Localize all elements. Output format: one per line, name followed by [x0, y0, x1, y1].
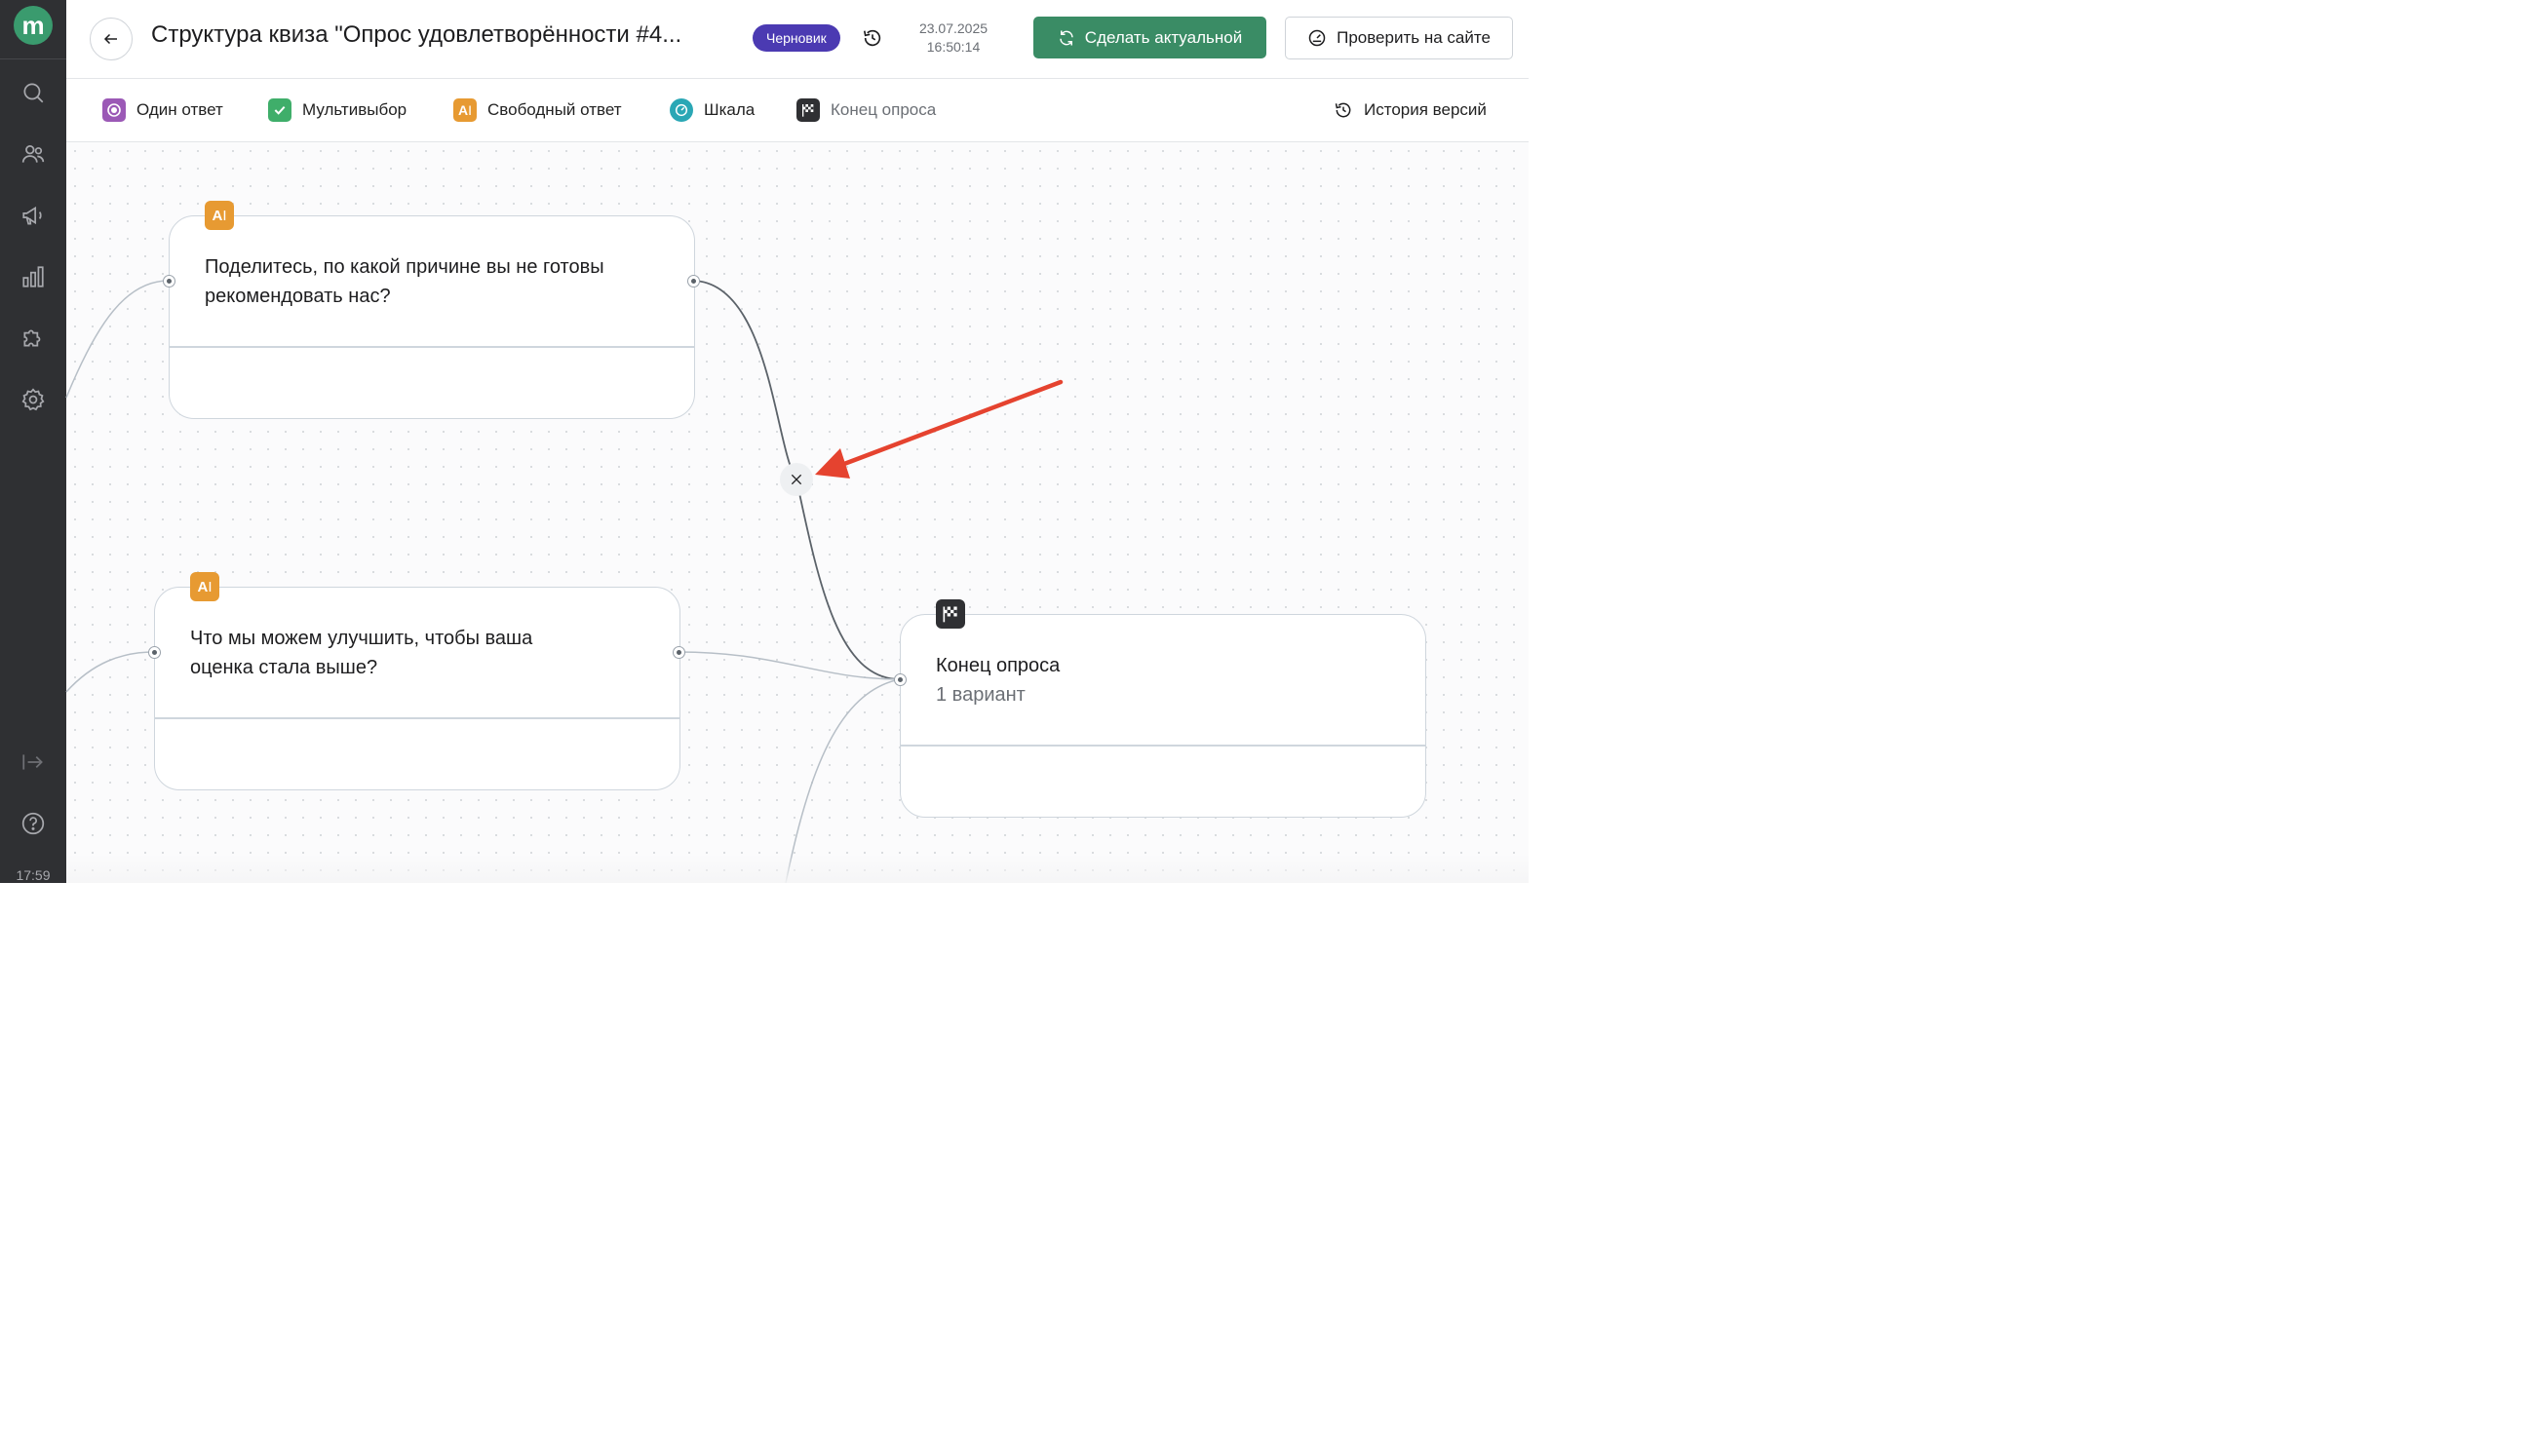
restore-history-icon[interactable]	[862, 27, 883, 49]
puzzle-icon[interactable]	[19, 324, 48, 353]
single-choice-icon	[102, 98, 126, 122]
tool-single-choice[interactable]: Один ответ	[102, 98, 223, 122]
end-node-variants: 1 вариант	[936, 684, 1026, 706]
question-text: Что мы можем улучшить, чтобы ваша оценка…	[190, 624, 532, 682]
question-node-2[interactable]: Что мы можем улучшить, чтобы ваша оценка…	[154, 587, 680, 790]
history-icon	[1335, 102, 1351, 118]
clock-time: 17:59	[16, 867, 51, 883]
check-on-site-button[interactable]: Проверить на сайте	[1285, 17, 1513, 59]
version-history-button[interactable]: История версий	[1334, 98, 1487, 122]
version-history-label: История версий	[1364, 100, 1487, 119]
back-button[interactable]	[90, 18, 133, 60]
close-icon	[791, 474, 802, 485]
question-text: Поделитесь, по какой причине вы не готов…	[205, 252, 604, 311]
free-text-icon: AI	[453, 98, 477, 122]
collapse-icon[interactable]	[19, 747, 48, 777]
end-node-text: Конец опроса 1 вариант	[936, 651, 1060, 709]
multi-choice-icon	[268, 98, 291, 122]
free-text-type-icon: AI	[190, 572, 219, 601]
node-divider	[901, 745, 1425, 747]
status-badge: Черновик	[753, 24, 840, 52]
sidebar-divider	[0, 58, 66, 59]
finish-flag-type-icon	[936, 599, 965, 629]
tool-scale[interactable]: Шкала	[670, 98, 755, 122]
input-port[interactable]	[163, 275, 175, 287]
question-line-2: рекомендовать нас?	[205, 286, 391, 307]
output-port[interactable]	[687, 275, 700, 287]
analytics-icon[interactable]	[19, 262, 48, 291]
tool-scale-label: Шкала	[704, 100, 756, 119]
tool-multi-choice[interactable]: Мультивыбор	[268, 98, 407, 122]
finish-flag-icon	[796, 98, 820, 122]
input-port[interactable]	[894, 673, 907, 686]
megaphone-icon[interactable]	[19, 201, 48, 230]
question-line-1: Поделитесь, по какой причине вы не готов…	[205, 256, 604, 278]
delete-connection-button[interactable]	[780, 463, 813, 496]
header: Структура квиза "Опрос удовлетворённости…	[66, 0, 1529, 79]
free-text-type-icon: AI	[205, 201, 234, 230]
make-current-button[interactable]: Сделать актуальной	[1033, 17, 1266, 58]
output-port[interactable]	[673, 646, 685, 659]
users-icon[interactable]	[19, 139, 48, 169]
last-saved: 23.07.2025 16:50:14	[907, 19, 1000, 57]
question-line-1: Что мы можем улучшить, чтобы ваша	[190, 628, 533, 649]
node-divider	[155, 717, 679, 719]
speedometer-icon	[1308, 29, 1326, 47]
sidebar: m 17:59	[0, 0, 66, 883]
check-on-site-label: Проверить на сайте	[1337, 28, 1491, 47]
search-icon[interactable]	[19, 78, 48, 107]
arrow-left-icon	[103, 33, 117, 45]
page-title: Структура квиза "Опрос удовлетворённости…	[151, 21, 682, 48]
refresh-icon	[1060, 30, 1073, 45]
end-node[interactable]: Конец опроса 1 вариант	[900, 614, 1426, 818]
tool-finish-label: Конец опроса	[831, 100, 937, 119]
question-line-2: оценка стала выше?	[190, 657, 378, 678]
end-node-title: Конец опроса	[936, 655, 1061, 676]
last-saved-time: 16:50:14	[926, 39, 981, 55]
settings-icon[interactable]	[19, 385, 48, 414]
question-node-1[interactable]: Поделитесь, по какой причине вы не готов…	[169, 215, 695, 419]
tool-finish[interactable]: Конец опроса	[796, 98, 936, 122]
last-saved-date: 23.07.2025	[918, 20, 989, 36]
tool-single-choice-label: Один ответ	[136, 100, 223, 119]
make-current-label: Сделать актуальной	[1084, 27, 1243, 47]
node-toolbar: Один ответ Мультивыбор AI Свободный отве…	[66, 79, 1529, 142]
node-divider	[170, 346, 694, 348]
help-icon[interactable]	[19, 809, 48, 838]
tool-free-text-label: Свободный ответ	[487, 100, 622, 119]
tool-multi-choice-label: Мультивыбор	[302, 100, 407, 119]
scale-icon	[670, 98, 693, 122]
app-logo[interactable]: m	[14, 6, 53, 45]
input-port[interactable]	[148, 646, 161, 659]
tool-free-text[interactable]: AI Свободный ответ	[453, 98, 622, 122]
